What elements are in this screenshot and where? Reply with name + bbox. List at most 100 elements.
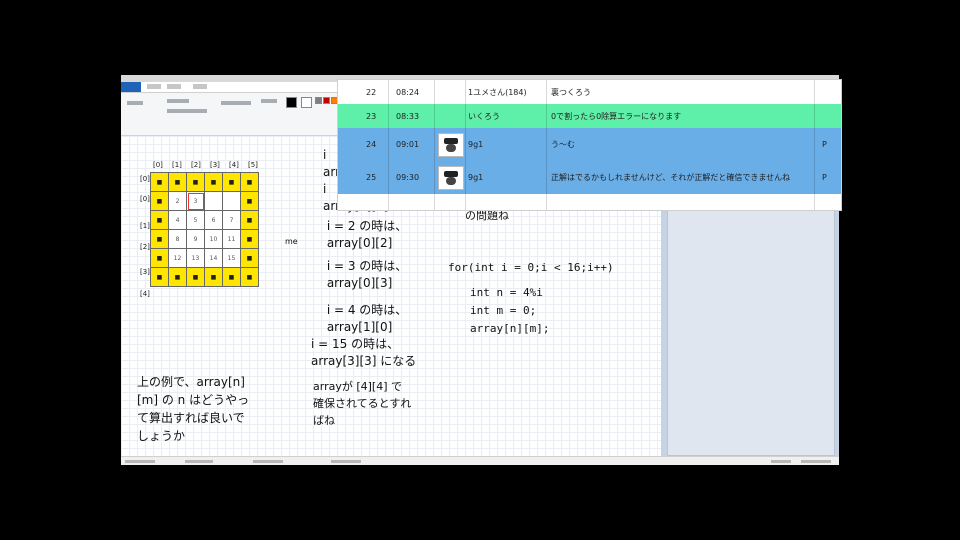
grid-cell: 5 xyxy=(186,210,205,230)
grid-cell: ■ xyxy=(222,172,241,192)
grid-cell: 11 xyxy=(222,229,241,249)
grid-cell: 2 xyxy=(168,191,187,211)
grid-cell: ■ xyxy=(150,191,169,211)
code-for-line: for(int i = 0;i < 16;i++) xyxy=(448,261,614,274)
color1-swatch[interactable] xyxy=(286,97,297,108)
code-n-line: int n = 4%i xyxy=(470,286,543,299)
grid-col-label: [5] xyxy=(248,161,258,169)
palette-gray-swatch[interactable] xyxy=(315,97,322,104)
question-text: 上の例で、array[n] [m] の n はどうやっ て算出すれば良いで しょ… xyxy=(137,375,250,443)
grid-cell: 8 xyxy=(168,229,187,249)
column-divider xyxy=(388,80,389,210)
grid-cell: ■ xyxy=(204,172,223,192)
comment-row[interactable]: 25 09:30 9g1 正解はでるかもしれませんけど、それが正解だと確信できま… xyxy=(338,161,841,194)
comment-message: う～む xyxy=(551,140,575,149)
grid-col-label: [2] xyxy=(191,161,201,169)
grid-cell: ■ xyxy=(240,267,259,287)
comment-user: 1ユメさん(184) xyxy=(468,87,527,97)
size-icon[interactable] xyxy=(261,99,277,103)
zoom-slider[interactable] xyxy=(801,460,831,463)
color2-swatch[interactable] xyxy=(301,97,312,108)
grid-row-label: [0] xyxy=(140,195,150,203)
comment-row[interactable]: 22 08:24 1ユメさん(184) 裏つくろう xyxy=(338,80,841,104)
comment-list: 22 08:24 1ユメさん(184) 裏つくろう 23 08:33 いくろう … xyxy=(337,79,842,211)
tab-view[interactable] xyxy=(167,84,181,89)
grid-row-label: [2] xyxy=(140,243,150,251)
grid-cell: ■ xyxy=(222,267,241,287)
column-divider xyxy=(434,80,435,210)
side-label: me xyxy=(285,237,298,246)
explain-line: array[3][3] になる xyxy=(311,354,417,368)
comment-user: 9g1 xyxy=(468,140,484,149)
explain-line: i = 15 の時は、 xyxy=(311,337,400,351)
grid-cell: 13 xyxy=(186,248,205,268)
comment-message: 0で割ったら0除算エラーになります xyxy=(551,111,682,121)
grid-col-label: [3] xyxy=(210,161,220,169)
comment-time: 09:30 xyxy=(396,173,420,182)
avatar xyxy=(438,161,464,194)
comment-premium-mark: P xyxy=(822,140,827,149)
comment-message: 正解はでるかもしれませんけど、それが正解だと確信できませんね xyxy=(551,172,791,182)
comment-number: 24 xyxy=(366,140,377,149)
explain-line: i = 4 の時は、 xyxy=(323,303,408,317)
comment-row[interactable]: 24 09:01 9g1 う～む P xyxy=(338,128,841,161)
grid-cell: 14 xyxy=(204,248,223,268)
tools-icon[interactable] xyxy=(167,109,207,113)
grid-cell: 15 xyxy=(222,248,241,268)
tab-extra[interactable] xyxy=(193,84,207,89)
grid-cell: ■ xyxy=(186,267,205,287)
grid-cell: 9 xyxy=(186,229,205,249)
zoom-level xyxy=(771,460,791,463)
column-divider xyxy=(465,80,466,210)
grid-cell: ■ xyxy=(240,248,259,268)
explain-line: 確保されてるとすれ xyxy=(313,397,412,410)
grid-cell: ■ xyxy=(168,267,187,287)
grid-cell-highlight: 3 xyxy=(186,191,205,211)
status-bar xyxy=(121,456,839,465)
explain-line: array[0][3] xyxy=(323,276,393,290)
code-m-line: int m = 0; xyxy=(470,304,537,317)
grid-cell xyxy=(204,191,223,211)
comment-message: 裏つくろう xyxy=(551,87,591,97)
code-array-line: array[n][m]; xyxy=(470,322,550,335)
status-selection xyxy=(185,460,213,463)
status-size xyxy=(253,460,283,463)
column-divider xyxy=(814,80,815,210)
grid-cell: ■ xyxy=(186,172,205,192)
comment-time: 09:01 xyxy=(396,140,420,149)
comment-row[interactable]: 23 08:33 いくろう 0で割ったら0除算エラーになります xyxy=(338,104,841,128)
explain-line: array[1][0] xyxy=(323,320,393,334)
grid-row-label: [4] xyxy=(140,290,150,298)
avatar xyxy=(438,128,464,161)
image-tools-icon[interactable] xyxy=(167,99,189,103)
grid-col-label: [0] xyxy=(153,161,163,169)
grid-cell: ■ xyxy=(150,172,169,192)
comment-user: 9g1 xyxy=(468,173,484,182)
side-panel xyxy=(667,196,835,456)
grid-cell: ■ xyxy=(240,191,259,211)
column-divider xyxy=(546,80,547,210)
explain-line: i = 3 の時は、 xyxy=(323,259,408,273)
tab-home[interactable] xyxy=(147,84,161,89)
grid-row-label: [3] xyxy=(140,268,150,276)
explain-line: ばね xyxy=(313,414,335,427)
user-avatar-icon xyxy=(438,165,464,190)
shapes-icon[interactable] xyxy=(221,101,251,105)
status-filesize xyxy=(331,460,361,463)
palette-red-swatch[interactable] xyxy=(323,97,330,104)
explain-line: array[0][2] xyxy=(323,236,393,250)
grid-row-label: [0] xyxy=(140,175,150,183)
comment-time: 08:24 xyxy=(396,87,420,97)
grid-cell: ■ xyxy=(168,172,187,192)
grid-cell: ■ xyxy=(240,229,259,249)
comment-premium-mark: P xyxy=(822,173,827,182)
file-tab[interactable] xyxy=(121,82,141,92)
comment-time: 08:33 xyxy=(396,111,420,121)
status-position xyxy=(125,460,155,463)
comment-number: 23 xyxy=(366,111,377,121)
grid-row-label: [1] xyxy=(140,222,150,230)
grid-cell: ■ xyxy=(240,210,259,230)
clipboard-icon[interactable] xyxy=(127,101,143,105)
grid-cell: ■ xyxy=(150,229,169,249)
comment-user: いくろう xyxy=(468,111,500,121)
